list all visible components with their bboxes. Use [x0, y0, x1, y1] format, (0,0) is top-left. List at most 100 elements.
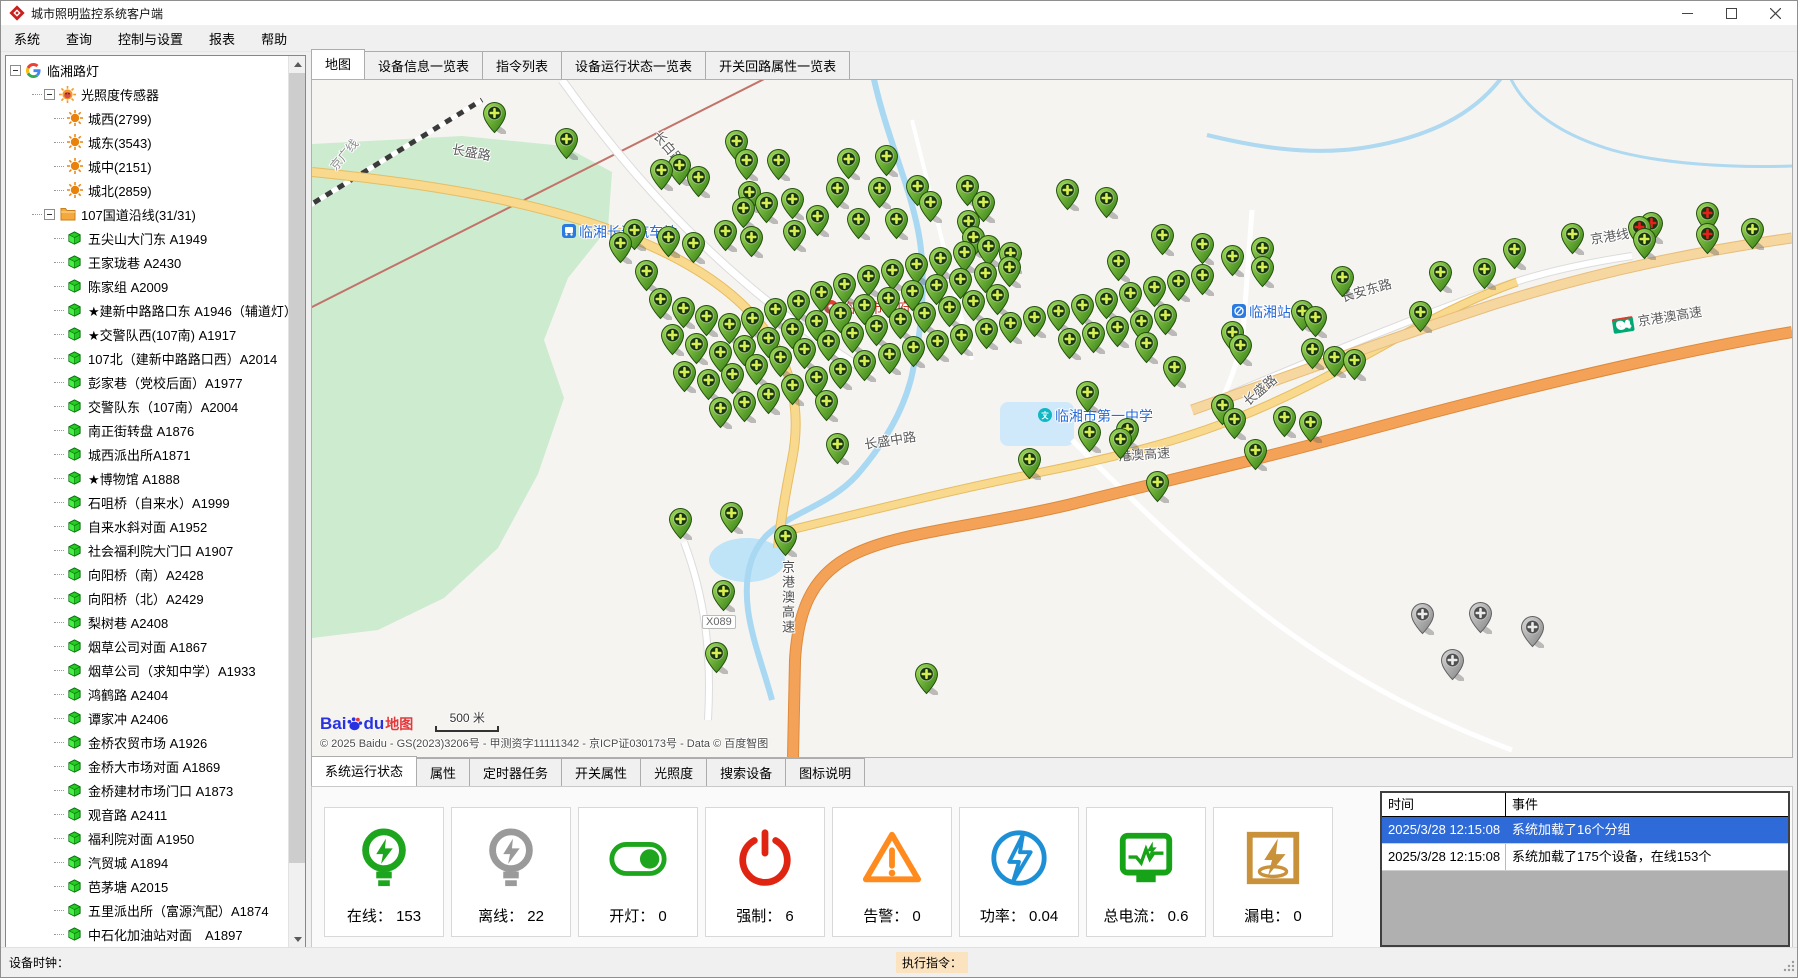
tree-device-item[interactable]: 石咀桥（自来水）A1999 — [6, 490, 288, 514]
map-pin-online[interactable] — [1244, 439, 1267, 471]
map-view-tab[interactable]: 指令列表 — [482, 51, 562, 79]
map-pin-online[interactable] — [915, 663, 938, 695]
map-pin-online[interactable] — [781, 374, 804, 406]
map-view-tab[interactable]: 地图 — [311, 49, 365, 79]
map-pin-online[interactable] — [1229, 334, 1252, 366]
tree-device-item[interactable]: 城西(2799) — [6, 106, 288, 130]
map-pin-online[interactable] — [975, 318, 998, 350]
tree-device-item[interactable]: 彭家巷（党校后面）A1977 — [6, 370, 288, 394]
status-view-tab[interactable]: 定时器任务 — [469, 758, 562, 786]
tree-device-item[interactable]: 鸿鹤路 A2404 — [6, 682, 288, 706]
tree-device-item[interactable]: 福利院对面 A1950 — [6, 826, 288, 850]
map-pin-online[interactable] — [1191, 264, 1214, 296]
map-pin-online[interactable] — [733, 391, 756, 423]
tree-device-item[interactable]: 向阳桥（南）A2428 — [6, 562, 288, 586]
map-pin-online[interactable] — [767, 149, 790, 181]
tree-root-item[interactable]: 临湘路灯 — [6, 58, 288, 82]
map-pin-online[interactable] — [783, 220, 806, 252]
minimize-button[interactable] — [1665, 1, 1709, 25]
map-pin-online[interactable] — [1409, 301, 1432, 333]
map-pin-alarm[interactable] — [1696, 223, 1719, 255]
map-pin-online[interactable] — [1331, 266, 1354, 298]
tree-group-item[interactable]: 光照度传感器 — [6, 82, 288, 106]
map-pin-online[interactable] — [1106, 316, 1129, 348]
map-pin-online[interactable] — [1191, 233, 1214, 265]
resize-grip[interactable] — [1783, 960, 1795, 975]
tree-device-item[interactable]: 城中(2151) — [6, 154, 288, 178]
tree-device-item[interactable]: 交警队东（107南）A2004 — [6, 394, 288, 418]
menu-item[interactable]: 控制与设置 — [105, 25, 196, 52]
map-view-tab[interactable]: 设备信息一览表 — [364, 51, 483, 79]
tree-device-item[interactable]: ★博物馆 A1888 — [6, 466, 288, 490]
map-pin-online[interactable] — [661, 324, 684, 356]
map-pin-online[interactable] — [712, 580, 735, 612]
tree-device-item[interactable]: 梨树巷 A2408 — [6, 610, 288, 634]
map-pin-online[interactable] — [1076, 381, 1099, 413]
map-pin-online[interactable] — [1163, 356, 1186, 388]
map-pin-online[interactable] — [735, 149, 758, 181]
tree-device-item[interactable]: 107北（建新中路路口西）A2014 — [6, 346, 288, 370]
tree-device-item[interactable]: 五里派出所（富源汽配）A1874 — [6, 898, 288, 922]
close-button[interactable] — [1753, 1, 1797, 25]
map-pin-online[interactable] — [1221, 245, 1244, 277]
map-pin-online[interactable] — [1473, 258, 1496, 290]
map-pin-online[interactable] — [826, 433, 849, 465]
map-pin-online[interactable] — [1299, 411, 1322, 443]
tree-device-item[interactable]: 芭茅塘 A2015 — [6, 874, 288, 898]
tree-device-item[interactable]: 金桥大市场对面 A1869 — [6, 754, 288, 778]
map-pin-online[interactable] — [1082, 322, 1105, 354]
map-pin-offline[interactable] — [1411, 603, 1434, 635]
map-pin-online[interactable] — [483, 102, 506, 134]
map-pin-online[interactable] — [774, 525, 797, 557]
tree-device-item[interactable]: 五尖山大门东 A1949 — [6, 226, 288, 250]
map-pin-offline[interactable] — [1469, 602, 1492, 634]
map-pin-online[interactable] — [1023, 306, 1046, 338]
map-pin-online[interactable] — [1273, 406, 1296, 438]
map-pin-online[interactable] — [1109, 428, 1132, 460]
map-pin-online[interactable] — [650, 159, 673, 191]
map-pin-offline[interactable] — [1441, 649, 1464, 681]
map-pin-online[interactable] — [657, 226, 680, 258]
map-pin-online[interactable] — [868, 177, 891, 209]
map-pin-online[interactable] — [673, 361, 696, 393]
menu-item[interactable]: 帮助 — [248, 25, 300, 52]
map-pin-online[interactable] — [999, 312, 1022, 344]
map-pin-online[interactable] — [919, 191, 942, 223]
map-pin-online[interactable] — [885, 208, 908, 240]
map-pin-online[interactable] — [649, 288, 672, 320]
map-pin-online[interactable] — [1304, 306, 1327, 338]
tree-collapse-icon[interactable] — [44, 89, 55, 100]
map-pin-online[interactable] — [1301, 338, 1324, 370]
map-pin-online[interactable] — [781, 188, 804, 220]
map-pin-online[interactable] — [755, 192, 778, 224]
tree-device-item[interactable]: 金桥农贸市场 A1926 — [6, 730, 288, 754]
event-log-row[interactable]: 2025/3/28 12:15:08系统加载了175个设备，在线153个 — [1382, 844, 1788, 871]
map-pin-online[interactable] — [705, 642, 728, 674]
map-canvas[interactable]: 京广线长盛路长白路临湘长途汽车站临湘市政府临湘站临湘市第一中学长安东路京港线G4… — [312, 80, 1792, 757]
map-view-tab[interactable]: 设备运行状态一览表 — [561, 51, 706, 79]
map-pin-online[interactable] — [829, 358, 852, 390]
map-view-tab[interactable]: 开关回路属性一览表 — [705, 51, 850, 79]
map-pin-online[interactable] — [1223, 408, 1246, 440]
status-view-tab[interactable]: 光照度 — [640, 758, 707, 786]
map-pin-online[interactable] — [853, 350, 876, 382]
map-pin-online[interactable] — [875, 145, 898, 177]
status-view-tab[interactable]: 属性 — [416, 758, 470, 786]
tree-device-item[interactable]: ★建新中路路口东 A1946（辅道灯） — [6, 298, 288, 322]
event-name-header[interactable]: 事件 — [1506, 793, 1788, 816]
map-pin-online[interactable] — [902, 336, 925, 368]
map-pin-online[interactable] — [609, 232, 632, 264]
map-pin-online[interactable] — [1058, 328, 1081, 360]
map-pin-online[interactable] — [878, 343, 901, 375]
tree-device-item[interactable]: 社会福利院大门口 A1907 — [6, 538, 288, 562]
map-pin-online[interactable] — [1633, 228, 1656, 260]
tree-group-item[interactable]: 107国道沿线(31/31) — [6, 202, 288, 226]
menu-item[interactable]: 报表 — [196, 25, 248, 52]
tree-device-item[interactable]: 城东(3543) — [6, 130, 288, 154]
map-pin-online[interactable] — [1056, 179, 1079, 211]
map-pin-online[interactable] — [1429, 261, 1452, 293]
menu-item[interactable]: 查询 — [53, 25, 105, 52]
map-pin-online[interactable] — [1561, 223, 1584, 255]
map-pin-online[interactable] — [720, 502, 743, 534]
scrollbar-thumb[interactable] — [289, 73, 306, 863]
